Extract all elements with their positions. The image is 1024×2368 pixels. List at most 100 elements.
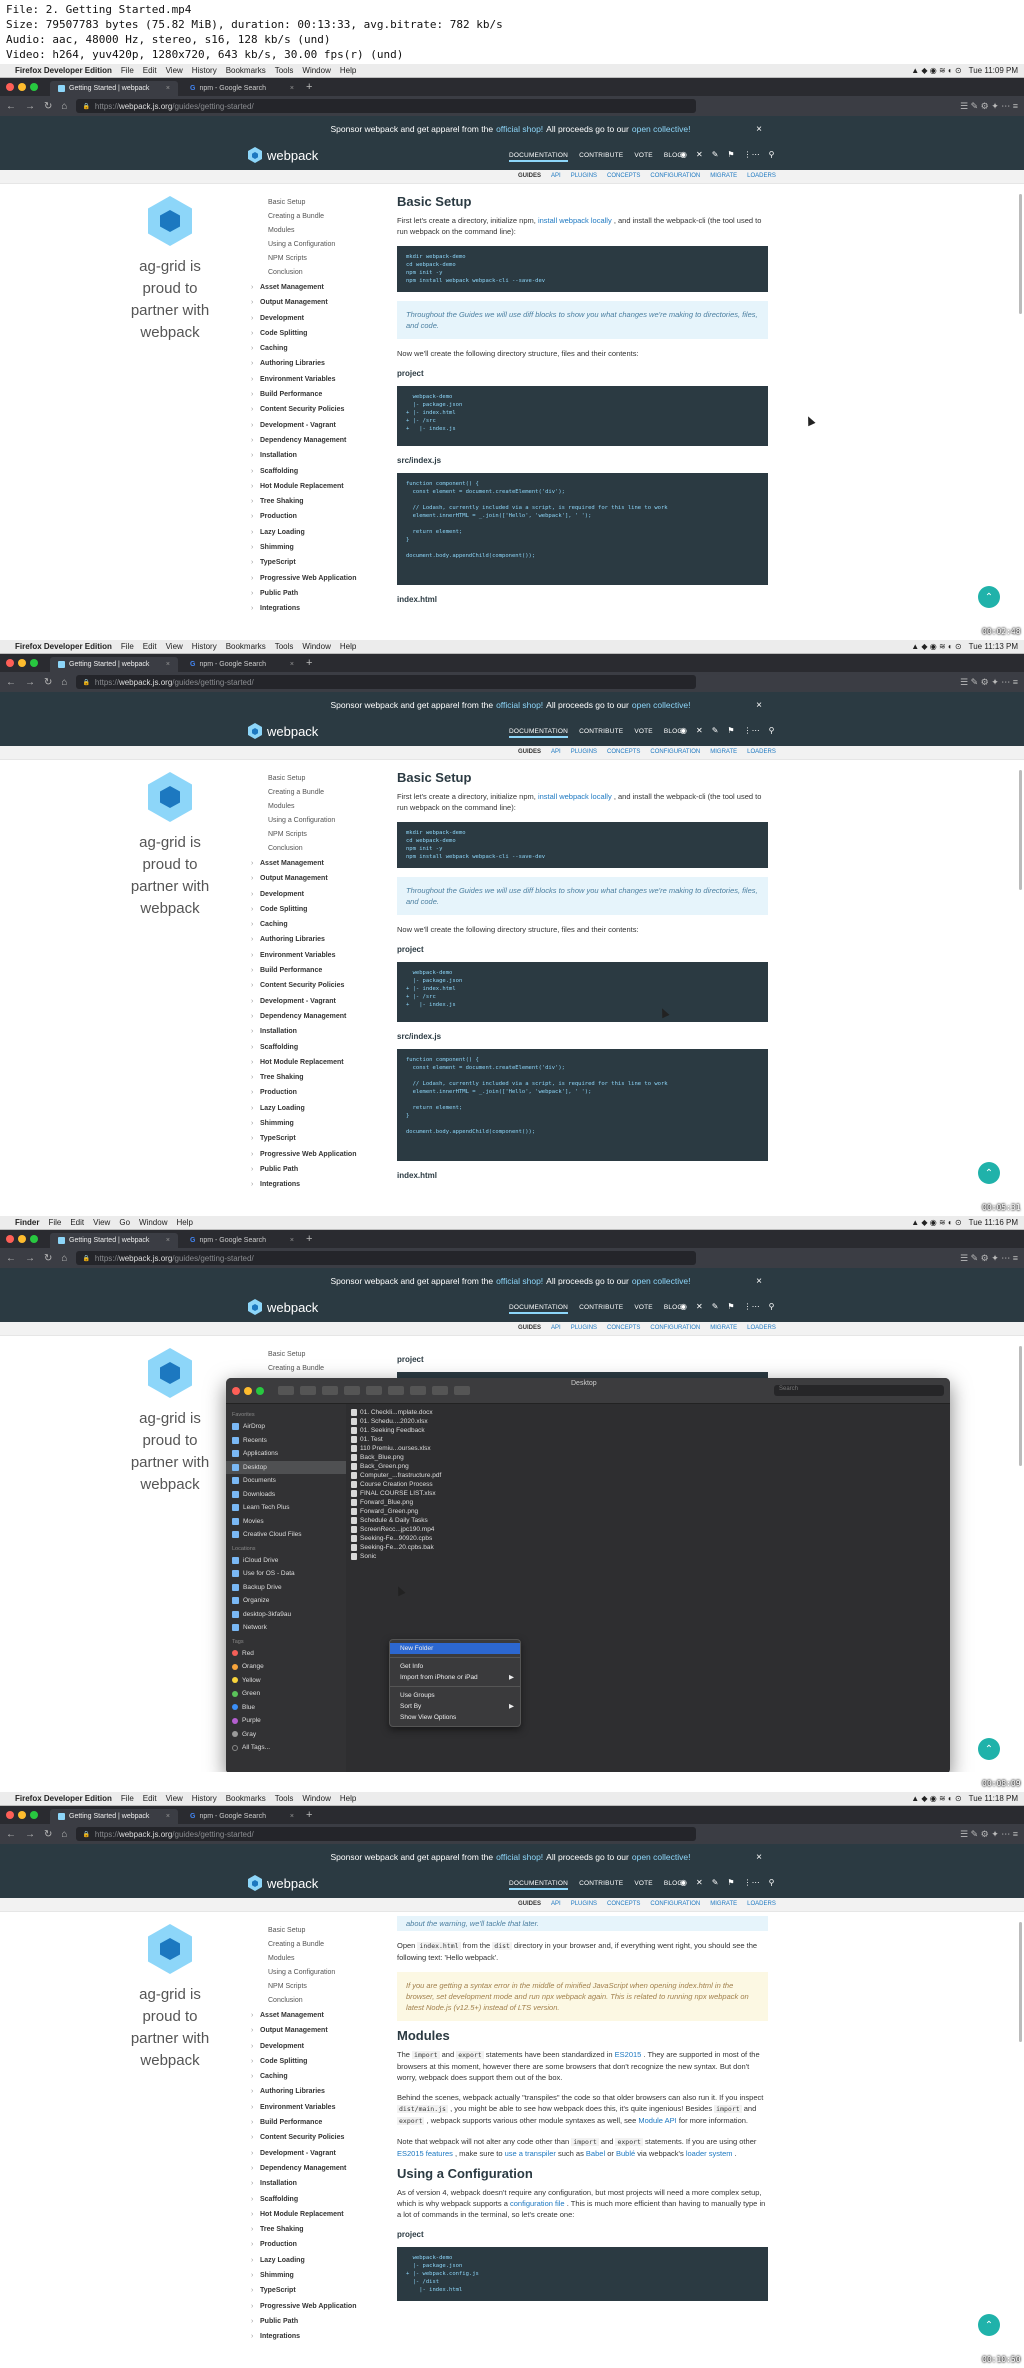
finder-tag-item[interactable]: Orange — [232, 1660, 340, 1674]
sidebar-section[interactable]: Integrations — [250, 2329, 380, 2344]
sidebar-section[interactable]: Public Path — [250, 586, 380, 601]
inline-link[interactable]: ES2015 — [615, 2050, 642, 2059]
menu-item[interactable]: Bookmarks — [226, 66, 266, 75]
menu-item[interactable]: History — [192, 1794, 217, 1803]
context-menu-item[interactable]: Import from iPhone or iPad ▶ — [390, 1672, 520, 1683]
finder-tag-item[interactable]: Blue — [232, 1701, 340, 1715]
toolbar-button[interactable] — [322, 1386, 338, 1395]
close-window-icon[interactable] — [232, 1386, 240, 1395]
menu-item[interactable]: Window — [139, 1218, 167, 1227]
file-item[interactable]: Computer_...frastructure.pdf — [351, 1471, 471, 1480]
inline-link[interactable]: install webpack locally — [538, 792, 612, 801]
language-icon[interactable]: ⋮⋯ — [744, 150, 760, 159]
sidebar-section[interactable]: Authoring Libraries — [250, 356, 380, 371]
sidebar-section[interactable]: Production — [250, 1085, 380, 1100]
sidebar-section[interactable]: TypeScript — [250, 1131, 380, 1146]
window-controls[interactable] — [6, 83, 38, 91]
sidebar-section[interactable]: Hot Module Replacement — [250, 2207, 380, 2222]
sidebar-section[interactable]: Shimming — [250, 1116, 380, 1131]
sidebar-section[interactable]: Content Security Policies — [250, 2130, 380, 2145]
banner-close-icon[interactable]: × — [756, 1852, 762, 1863]
back-to-top-button[interactable]: ⌃ — [978, 1162, 1000, 1184]
sidebar-subitem[interactable]: Basic Setup — [250, 772, 380, 786]
webpack-logo[interactable]: webpack — [248, 147, 318, 163]
subnav-api[interactable]: API — [551, 1325, 561, 1331]
flag-icon[interactable]: ⚑ — [727, 726, 734, 735]
sidebar-section[interactable]: Environment Variables — [250, 948, 380, 963]
inline-link[interactable]: Bublé — [616, 2149, 635, 2158]
menu-item[interactable]: Bookmarks — [226, 642, 266, 651]
nav-documentation[interactable]: DOCUMENTATION — [509, 728, 569, 738]
github-icon[interactable]: ◉ — [680, 1302, 687, 1311]
sidebar-section[interactable]: Output Management — [250, 871, 380, 886]
subnav-concepts[interactable]: CONCEPTS — [607, 1325, 640, 1331]
context-menu-item[interactable]: Show View Options — [390, 1712, 520, 1723]
twitter-icon[interactable]: ✕ — [696, 726, 703, 735]
status-icons[interactable]: ▲ ◆ ◉ ≋ ◐ ⊙ — [911, 66, 961, 75]
app-menu[interactable]: Finder — [15, 1218, 39, 1227]
toolbar-icons[interactable]: ☰ ✎ ⚙ ✦ ⋯ ≡ — [960, 101, 1018, 112]
subnav-guides[interactable]: GUIDES — [518, 1901, 541, 1907]
tab-close-icon[interactable]: × — [290, 661, 294, 668]
sidebar-subitem[interactable]: Using a Configuration — [250, 1966, 380, 1980]
language-icon[interactable]: ⋮⋯ — [744, 726, 760, 735]
menu-items[interactable]: File Edit View History Bookmarks Tools Window H… — [121, 66, 356, 75]
sidebar-subitem[interactable]: Modules — [250, 1952, 380, 1966]
close-window-icon[interactable] — [6, 1811, 14, 1819]
zoom-window-icon[interactable] — [30, 1235, 38, 1243]
sidebar-subitem[interactable]: Conclusion — [250, 842, 380, 856]
minimize-window-icon[interactable] — [244, 1386, 252, 1395]
tab-getting-started[interactable]: Getting Started | webpack × — [50, 1233, 178, 1248]
search-icon[interactable]: ⚲ — [769, 150, 775, 159]
sidebar-subitem[interactable]: Modules — [250, 224, 380, 238]
sidebar-section[interactable]: Lazy Loading — [250, 1101, 380, 1116]
sidebar-section[interactable]: Progressive Web Application — [250, 1147, 380, 1162]
nav-documentation[interactable]: DOCUMENTATION — [509, 1880, 569, 1890]
sidebar-section[interactable]: Environment Variables — [250, 372, 380, 387]
subnav-plugins[interactable]: PLUGINS — [571, 1901, 597, 1907]
file-item[interactable]: Sonic — [351, 1552, 471, 1561]
tab-npm-search[interactable]: G npm - Google Search × — [182, 81, 302, 96]
sidebar-section[interactable]: Integrations — [250, 1177, 380, 1192]
twitter-icon[interactable]: ✕ — [696, 150, 703, 159]
nav-contribute[interactable]: CONTRIBUTE — [579, 1304, 623, 1314]
home-button[interactable]: ⌂ — [61, 677, 67, 688]
sidebar-section[interactable]: Scaffolding — [250, 1040, 380, 1055]
menu-item[interactable]: File — [48, 1218, 61, 1227]
sidebar-subitem[interactable]: NPM Scripts — [250, 252, 380, 266]
menu-item[interactable]: Edit — [143, 66, 157, 75]
sidebar-section[interactable]: Output Management — [250, 2023, 380, 2038]
menu-items[interactable]: File Edit View Go Window Help — [48, 1218, 192, 1227]
menu-item[interactable]: Edit — [70, 1218, 84, 1227]
sidebar-section[interactable]: Shimming — [250, 2268, 380, 2283]
status-icons[interactable]: ▲ ◆ ◉ ≋ ◐ ⊙ — [911, 642, 961, 651]
reload-button[interactable]: ↻ — [44, 1829, 52, 1840]
file-item[interactable]: 01. Test — [351, 1435, 471, 1444]
window-controls[interactable] — [232, 1386, 264, 1395]
toolbar-button[interactable] — [300, 1386, 316, 1395]
inline-link[interactable]: configuration file — [510, 2199, 565, 2208]
menu-item[interactable]: File — [121, 1794, 134, 1803]
sidebar-section[interactable]: Build Performance — [250, 387, 380, 402]
menu-item[interactable]: Tools — [275, 1794, 294, 1803]
sidebar-section[interactable]: Installation — [250, 448, 380, 463]
ag-grid-ad[interactable]: ag-grid is proud to partner with webpack — [110, 1924, 230, 2072]
subnav-loaders[interactable]: LOADERS — [747, 749, 776, 755]
tab-close-icon[interactable]: × — [166, 661, 170, 668]
file-item[interactable]: Back_Blue.png — [351, 1453, 471, 1462]
new-tab-button[interactable]: + — [306, 1809, 312, 1821]
stackoverflow-icon[interactable]: ✎ — [712, 1302, 719, 1311]
menu-item[interactable]: Window — [302, 1794, 330, 1803]
nav-vote[interactable]: VOTE — [634, 1880, 653, 1890]
subnav-guides[interactable]: GUIDES — [518, 1325, 541, 1331]
sidebar-section[interactable]: Public Path — [250, 1162, 380, 1177]
sidebar-section[interactable]: Tree Shaking — [250, 2222, 380, 2237]
inline-link[interactable]: Babel — [586, 2149, 605, 2158]
menu-item[interactable]: Help — [340, 66, 356, 75]
sidebar-section[interactable]: Code Splitting — [250, 2054, 380, 2069]
file-item[interactable]: FINAL COURSE LIST.xlsx — [351, 1489, 471, 1498]
toolbar-icons[interactable]: ☰ ✎ ⚙ ✦ ⋯ ≡ — [960, 677, 1018, 688]
new-tab-button[interactable]: + — [306, 1233, 312, 1245]
sidebar-section[interactable]: Asset Modules — [250, 1193, 380, 1196]
back-button[interactable]: ← — [6, 677, 16, 688]
